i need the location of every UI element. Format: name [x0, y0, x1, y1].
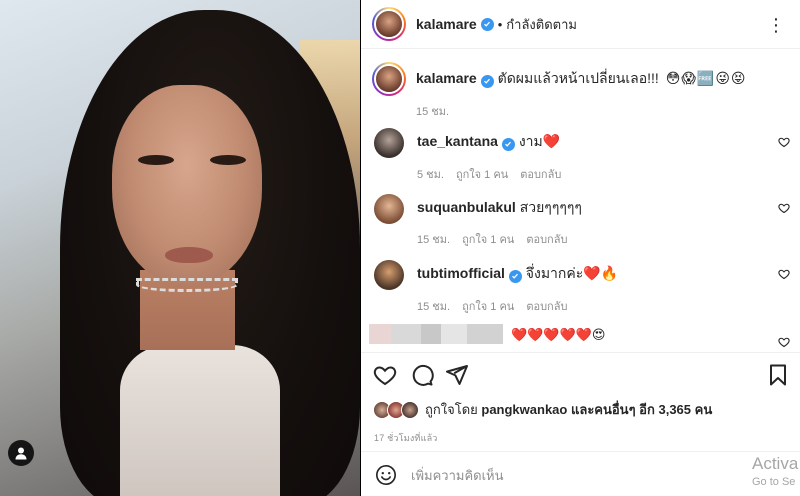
add-comment-bar: เพิ่มความคิดเห็น: [361, 451, 800, 496]
comment-username[interactable]: tae_kantana: [417, 133, 498, 149]
comment-text: จึ่งมากค่ะ: [525, 265, 584, 281]
post-actions: ถูกใจโดย pangkwankao และคนอื่นๆ อีก 3,36…: [361, 352, 800, 496]
liker-avatars: [373, 400, 419, 419]
comment-reply-button[interactable]: ตอบกลับ: [526, 230, 567, 248]
tagged-users-icon[interactable]: [8, 440, 34, 466]
likes-suffix: คน: [694, 402, 713, 417]
comment-time[interactable]: 15 ชม.: [417, 297, 450, 315]
verified-icon: [480, 74, 494, 88]
comment-like-heart-icon[interactable]: [778, 336, 790, 348]
caption-text: ตัดผมแล้วหน้าเปลี่ยนเลอ!!!: [497, 70, 659, 86]
bookmark-icon[interactable]: [766, 363, 790, 387]
photo-choker: [136, 278, 238, 292]
comment-emoji: ❤️🔥: [583, 265, 619, 281]
post-caption: kalamare ตัดผมแล้วหน้าเปลี่ยนเลอ!!! 😳😱🆓😜…: [361, 50, 800, 122]
comment-time[interactable]: 5 ชม.: [417, 165, 444, 183]
verified-icon: [480, 17, 494, 31]
comment-bubble-icon[interactable]: [410, 363, 434, 387]
comment-item: ❤️❤️❤️❤️❤️😍: [361, 324, 800, 348]
emoji-smiley-icon[interactable]: [375, 464, 397, 486]
photo-top: [120, 345, 280, 496]
caption-emojis: 😳😱🆓😜😝: [665, 70, 747, 86]
watermark-line1: Activa: [752, 455, 799, 473]
comment-emoji: ❤️❤️❤️❤️❤️😍: [511, 327, 606, 342]
photo-lips: [165, 247, 213, 263]
like-heart-icon[interactable]: [373, 363, 397, 387]
more-horizontal-icon[interactable]: ⋮: [767, 15, 786, 36]
post-header: kalamare • กำลังติดตาม ⋮: [361, 0, 800, 49]
comment-avatar[interactable]: [374, 260, 404, 290]
caption-username[interactable]: kalamare: [416, 70, 477, 86]
comments-list: kalamare ตัดผมแล้วหน้าเปลี่ยนเลอ!!! 😳😱🆓😜…: [361, 50, 800, 350]
comment-avatar[interactable]: [374, 128, 404, 158]
liker-username[interactable]: pangkwankao: [481, 402, 567, 417]
header-avatar[interactable]: [372, 7, 406, 41]
add-comment-input[interactable]: เพิ่มความคิดเห็น: [411, 465, 504, 486]
comment-username[interactable]: tubtimofficial: [417, 265, 505, 281]
caption-avatar[interactable]: [372, 62, 406, 96]
comment-likes[interactable]: ถูกใจ 1 คน: [456, 165, 508, 183]
comment-likes[interactable]: ถูกใจ 1 คน: [462, 230, 514, 248]
photo-eye-right: [210, 155, 246, 165]
comment-emoji: ❤️: [542, 133, 561, 149]
comment-reply-button[interactable]: ตอบกลับ: [526, 297, 567, 315]
blurred-username: [369, 324, 503, 346]
likes-prefix: ถูกใจโดย: [425, 402, 478, 417]
separator-dot: •: [497, 16, 503, 32]
caption-time[interactable]: 15 ชม.: [416, 102, 747, 122]
comment-like-heart-icon[interactable]: [778, 202, 790, 214]
comment-like-heart-icon[interactable]: [778, 136, 790, 148]
verified-icon: [501, 137, 515, 151]
header-username[interactable]: kalamare: [416, 16, 477, 32]
comment-text: สวยๆๆๆๆๆ: [519, 199, 582, 215]
comment-time[interactable]: 15 ชม.: [417, 230, 450, 248]
comment-reply-button[interactable]: ตอบกลับ: [520, 165, 561, 183]
verified-icon: [508, 269, 522, 283]
windows-activation-watermark: Activa Go to Se: [752, 455, 800, 491]
comment-like-heart-icon[interactable]: [778, 268, 790, 280]
comment-username[interactable]: suquanbulakul: [417, 199, 516, 215]
photo-eye-left: [138, 155, 174, 165]
post-details-panel: kalamare • กำลังติดตาม ⋮ kalamare ตัดผมแ…: [361, 0, 800, 496]
likes-summary[interactable]: ถูกใจโดย pangkwankao และคนอื่นๆ อีก 3,36…: [373, 399, 712, 420]
watermark-line2: Go to Se: [752, 476, 796, 488]
follow-status-button[interactable]: กำลังติดตาม: [506, 14, 577, 35]
comment-text: งาม: [518, 133, 543, 149]
comment-item: suquanbulakul สวยๆๆๆๆๆ 15 ชม. ถูกใจ 1 คน…: [361, 194, 800, 248]
likes-middle: และคนอื่นๆ อีก: [570, 402, 655, 417]
comment-avatar[interactable]: [374, 194, 404, 224]
share-send-icon[interactable]: [445, 363, 469, 387]
comment-item: tae_kantana งาม❤️ 5 ชม. ถูกใจ 1 คน ตอบกล…: [361, 128, 800, 183]
comment-likes[interactable]: ถูกใจ 1 คน: [462, 297, 514, 315]
post-timestamp[interactable]: 17 ชั่วโมงที่แล้ว: [374, 431, 438, 445]
comment-item: tubtimofficial จึ่งมากค่ะ❤️🔥 15 ชม. ถูกใ…: [361, 260, 800, 315]
post-photo[interactable]: [0, 0, 360, 496]
likes-count[interactable]: 3,365: [658, 402, 691, 417]
